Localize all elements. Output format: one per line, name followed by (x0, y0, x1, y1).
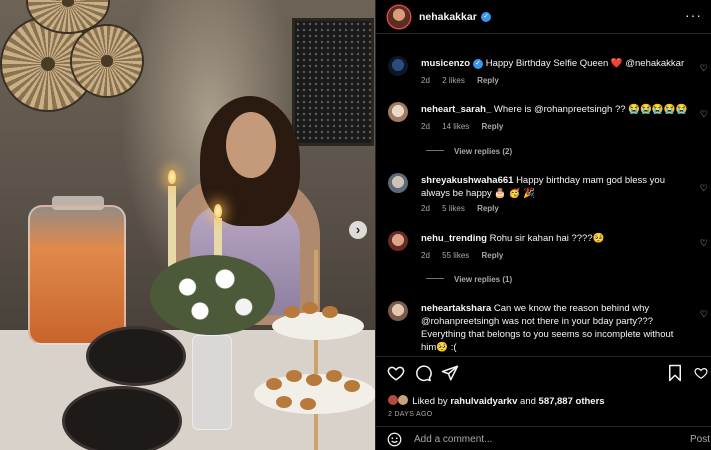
comment-age: 2d (421, 76, 430, 85)
candle-flame (168, 170, 176, 184)
snack-bowl (62, 386, 182, 450)
commenter-username[interactable]: nehu_trending (421, 233, 487, 244)
cookie (322, 306, 338, 318)
cookie (266, 378, 282, 390)
comment-likes[interactable]: 14 likes (442, 122, 469, 131)
heart-outline-icon[interactable]: ♡ (700, 238, 708, 249)
more-horizontal-icon[interactable]: ··· (685, 8, 702, 22)
post-timestamp[interactable]: 2 DAYS AGO (388, 411, 433, 418)
person-face (226, 112, 276, 178)
cookie (306, 374, 322, 386)
wall-frame (292, 18, 374, 146)
comment-meta: 2d 14 likes Reply (421, 122, 513, 131)
author-avatar[interactable] (388, 6, 410, 28)
comment-text: neheart_sarah_ Where is @rohanpreetsingh… (421, 103, 691, 116)
cookie (284, 306, 300, 318)
comment-age: 2d (421, 122, 430, 131)
likes-summary: Liked by rahulvaidyarkv and 587,887 othe… (388, 395, 605, 407)
drink-jar (28, 205, 126, 345)
heart-outline-icon[interactable]: ♡ (700, 63, 708, 74)
comment-age: 2d (421, 204, 430, 213)
commenter-avatar[interactable] (388, 231, 408, 251)
heart-outline-icon[interactable] (694, 366, 708, 380)
commenter-avatar[interactable] (388, 173, 408, 193)
cookie (344, 380, 360, 392)
comment-text: nehu_trending Rohu sir kahan hai ????🥺 (421, 232, 691, 245)
wall-fan-decor (72, 26, 142, 96)
likes-connector: and (520, 396, 536, 407)
heart-icon[interactable] (387, 364, 405, 382)
heart-outline-icon[interactable]: ♡ (700, 309, 708, 320)
heart-outline-icon[interactable]: ♡ (700, 183, 708, 194)
comment-likes[interactable]: 5 likes (442, 204, 465, 213)
verified-badge-icon: ✓ (481, 12, 491, 22)
glass-vase (192, 335, 232, 430)
commenter-avatar[interactable] (388, 301, 408, 321)
view-replies-button[interactable]: View replies (2) (426, 147, 512, 156)
post-detail-panel: nehakakkar ✓ ··· musicenzo ✓ Happy Birthd… (375, 0, 711, 450)
post-comment-button[interactable]: Post (690, 434, 710, 445)
comment-body: Rohu sir kahan hai ????🥺 (489, 233, 605, 244)
share-icon[interactable] (441, 364, 459, 382)
cookie (302, 302, 318, 314)
cookie (286, 370, 302, 382)
reply-button[interactable]: Reply (477, 76, 499, 85)
emoji-icon[interactable] (387, 432, 402, 447)
likes-others[interactable]: 587,887 others (539, 396, 605, 407)
comment-body: Happy Birthday Selfie Queen ❤️ @nehakakk… (485, 58, 685, 69)
commenter-username[interactable]: shreyakushwaha661 (421, 175, 513, 186)
reply-button[interactable]: Reply (477, 204, 499, 213)
add-comment-bar: Post (376, 426, 711, 450)
reply-button[interactable]: Reply (482, 122, 504, 131)
view-replies-button[interactable]: View replies (1) (426, 275, 512, 284)
snack-bowl (86, 326, 186, 386)
comment-age: 2d (421, 251, 430, 260)
chevron-right-icon[interactable]: › (349, 221, 367, 239)
liker-avatar (397, 395, 408, 405)
cookie (276, 396, 292, 408)
comments-list[interactable]: musicenzo ✓ Happy Birthday Selfie Queen ❤… (376, 35, 711, 355)
comment-text: musicenzo ✓ Happy Birthday Selfie Queen ❤… (421, 57, 691, 70)
likes-prefix: Liked by (412, 396, 448, 407)
liked-by-user[interactable]: rahulvaidyarkv (450, 396, 517, 407)
candle-flame (214, 204, 222, 218)
comment-likes[interactable]: 55 likes (442, 251, 469, 260)
comment-text: neheartakshara Can we know the reason be… (421, 302, 691, 354)
comment-body: Where is @rohanpreetsingh ?? 😭😭😭😭😭 (493, 104, 688, 115)
post-photo[interactable]: › (0, 0, 375, 450)
comment-icon[interactable] (414, 364, 432, 382)
commenter-username[interactable]: neheartakshara (421, 303, 491, 314)
commenter-username[interactable]: neheart_sarah_ (421, 104, 491, 115)
comment-meta: 2d 55 likes Reply (421, 251, 513, 260)
flower-bouquet (150, 255, 275, 335)
post-actions-bar (376, 356, 711, 390)
comment-text: shreyakushwaha661 Happy birthday mam god… (421, 174, 691, 200)
cookie (300, 398, 316, 410)
commenter-avatar[interactable] (388, 56, 408, 76)
comment-meta: 2d 5 likes Reply (421, 204, 509, 213)
post-header: nehakakkar ✓ ··· (376, 0, 711, 34)
liker-avatar (388, 395, 398, 405)
add-comment-input[interactable] (414, 434, 654, 445)
cake-stand-pole (314, 250, 318, 450)
commenter-username[interactable]: musicenzo (421, 58, 470, 69)
cookie (326, 370, 342, 382)
bookmark-icon[interactable] (667, 364, 683, 382)
commenter-avatar[interactable] (388, 102, 408, 122)
comment-likes[interactable]: 2 likes (442, 76, 465, 85)
reply-button[interactable]: Reply (482, 251, 504, 260)
heart-outline-icon[interactable]: ♡ (700, 109, 708, 120)
author-username[interactable]: nehakakkar (419, 11, 477, 23)
verified-badge-icon: ✓ (473, 59, 484, 69)
comment-meta: 2d 2 likes Reply (421, 76, 509, 85)
